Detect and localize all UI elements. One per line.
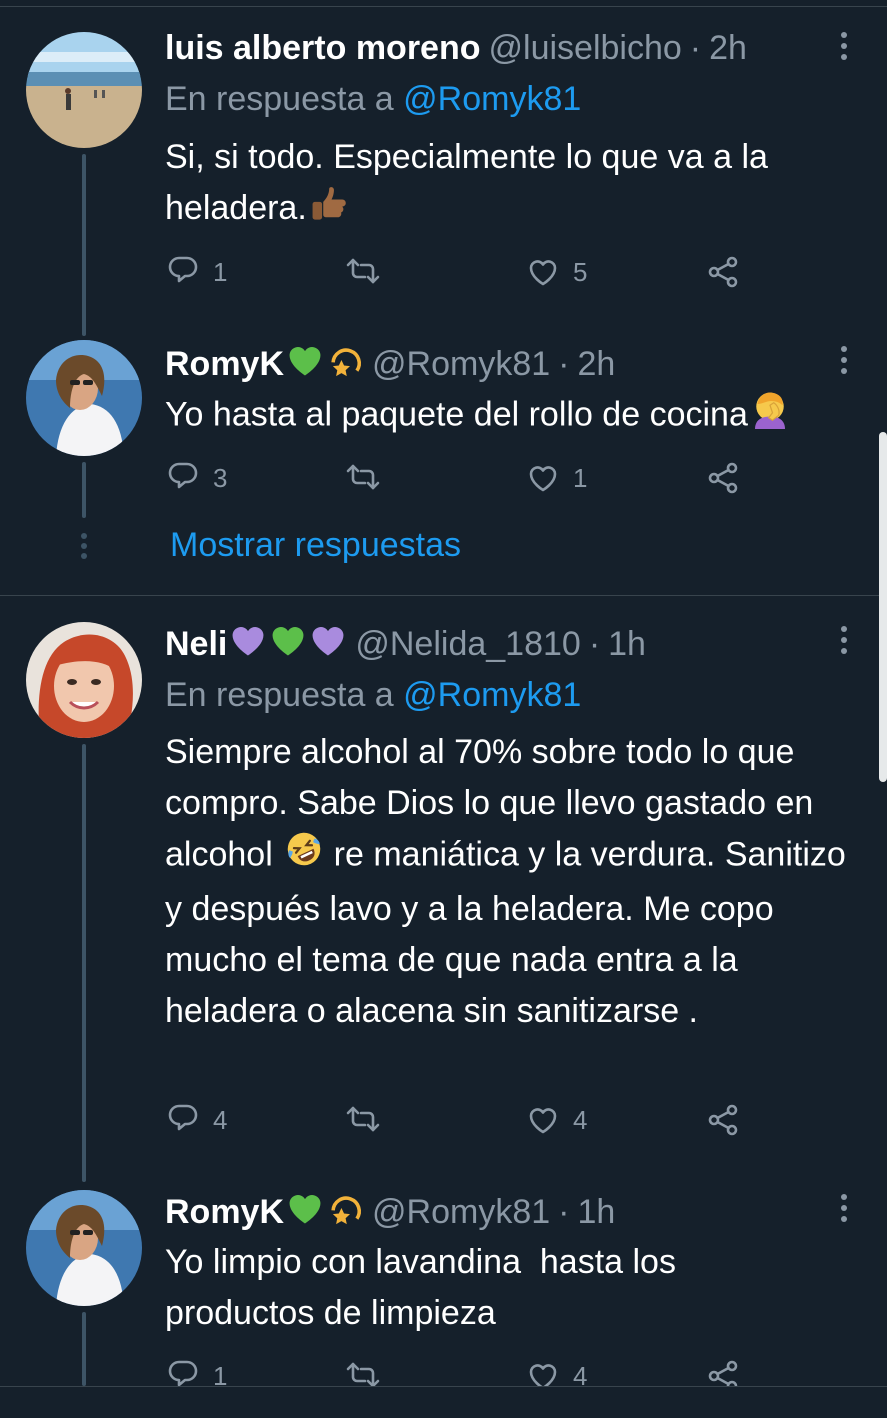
reply-count: 1 [213,256,228,287]
dizzy-star-icon [326,341,364,388]
show-replies-link[interactable]: Mostrar respuestas [170,526,461,565]
tweet-text: Siempre alcohol al 70% sobre todo lo que… [165,727,865,1037]
tweet-romyk-2[interactable]: RomyK @Romyk81 · 1h Yo limpio con lavand… [0,1188,887,1392]
like-count: 5 [573,256,588,287]
timestamp[interactable]: 2h [577,345,615,384]
retweet-button[interactable] [343,252,395,292]
timestamp[interactable]: 2h [709,29,747,68]
tweet-actions: 4 4 [165,1100,765,1140]
reply-mention-link[interactable]: @Romyk81 [403,80,581,118]
thread-line [82,1312,86,1386]
reply-prefix: En respuesta a [165,80,394,118]
reply-button[interactable]: 1 [165,252,227,292]
face-palm-emoji-icon [750,389,790,444]
reply-button[interactable]: 3 [165,458,227,498]
timestamp[interactable]: 1h [577,1193,615,1232]
thread-continuation-dots [80,532,88,565]
tweet-actions: 3 1 [165,458,765,498]
tweet-header: luis alberto moreno @luiselbicho · 2h [165,26,827,70]
reply-context: En respuesta a @Romyk81 [165,80,581,119]
heart-icon [529,1108,557,1134]
like-count: 1 [573,462,588,493]
avatar-luis[interactable] [26,32,142,148]
more-options-icon[interactable] [826,342,862,378]
green-heart-icon [269,621,307,668]
tweet-header: RomyK @Romyk81 · 1h [165,1190,827,1234]
retweet-icon [346,464,380,490]
purple-heart-icon [309,621,347,668]
share-icon [708,1104,738,1136]
reply-count: 4 [213,1104,228,1135]
reply-context: En respuesta a @Romyk81 [165,676,581,715]
handle[interactable]: @luiselbicho [489,29,682,68]
tweet-neli[interactable]: Neli @Nelida_1810 · 1h En respuesta a @R… [0,596,887,1186]
reply-icon [168,1104,198,1131]
avatar-neli[interactable] [26,622,142,738]
separator-dot: · [588,624,601,663]
dizzy-star-icon [326,1189,364,1236]
tweet-header: Neli @Nelida_1810 · 1h [165,622,827,666]
reply-count: 3 [213,462,228,493]
thumbs-up-emoji-icon [309,184,347,237]
share-icon [708,256,738,288]
more-options-icon[interactable] [826,1190,862,1226]
tweet-text: Yo limpio con lavandina hasta los produc… [165,1237,765,1339]
like-count: 4 [573,1104,588,1135]
display-name[interactable]: RomyK [165,345,284,384]
share-button[interactable] [705,1100,741,1140]
more-options-icon[interactable] [826,622,862,658]
tweet-text: Yo hasta al paquete del rollo de cocina [165,389,865,444]
display-name[interactable]: Neli [165,625,227,664]
tweet-actions: 1 5 [165,252,765,292]
display-name[interactable]: luis alberto moreno [165,29,481,68]
bottom-navigation-bar [0,1386,887,1418]
thread-line [82,744,86,1182]
green-heart-icon [286,1189,324,1236]
tweet-text-content: Si, si todo. Especialmente lo que va a l… [165,138,768,227]
reply-mention-link[interactable]: @Romyk81 [403,676,581,714]
tweet-text-content: Yo hasta al paquete del rollo de cocina [165,395,748,434]
like-button[interactable]: 4 [525,1100,587,1140]
handle[interactable]: @Nelida_1810 [355,625,580,664]
reply-prefix: En respuesta a [165,676,394,714]
rolling-laughing-emoji-icon [281,826,328,884]
handle[interactable]: @Romyk81 [372,1193,550,1232]
reply-icon [168,256,198,283]
reply-button[interactable]: 4 [165,1100,227,1140]
like-button[interactable]: 5 [525,252,587,292]
retweet-icon [346,1106,380,1132]
green-heart-icon [286,341,324,388]
timestamp[interactable]: 1h [608,625,646,664]
avatar-romyk[interactable] [26,340,142,456]
share-button[interactable] [705,458,741,498]
retweet-button[interactable] [343,1100,395,1140]
share-button[interactable] [705,252,741,292]
thread-line [82,462,86,518]
separator-dot: · [558,1192,570,1231]
tweet-header: RomyK @Romyk81 · 2h [165,342,827,386]
like-button[interactable]: 1 [525,458,587,498]
handle[interactable]: @Romyk81 [372,345,550,384]
tweet-text: Si, si todo. Especialmente lo que va a l… [165,132,865,237]
display-name[interactable]: RomyK [165,1193,284,1232]
heart-icon [529,260,557,286]
more-options-icon[interactable] [826,28,862,64]
retweet-button[interactable] [343,458,395,498]
share-icon [708,462,738,494]
separator-dot: · [689,28,702,67]
scrollbar[interactable] [879,432,887,782]
avatar-romyk[interactable] [26,1190,142,1306]
separator-dot: · [558,344,570,383]
retweet-icon [346,258,380,284]
tweet-luis[interactable]: luis alberto moreno @luiselbicho · 2h En… [0,0,887,340]
tweet-romyk-1[interactable]: RomyK @Romyk81 · 2h Yo hasta al paquete … [0,340,887,595]
purple-heart-icon [229,621,267,668]
reply-icon [168,462,198,489]
thread-line [82,154,86,336]
heart-icon [529,466,557,492]
tweet-text-content: Yo limpio con lavandina hasta los produc… [165,1243,686,1332]
